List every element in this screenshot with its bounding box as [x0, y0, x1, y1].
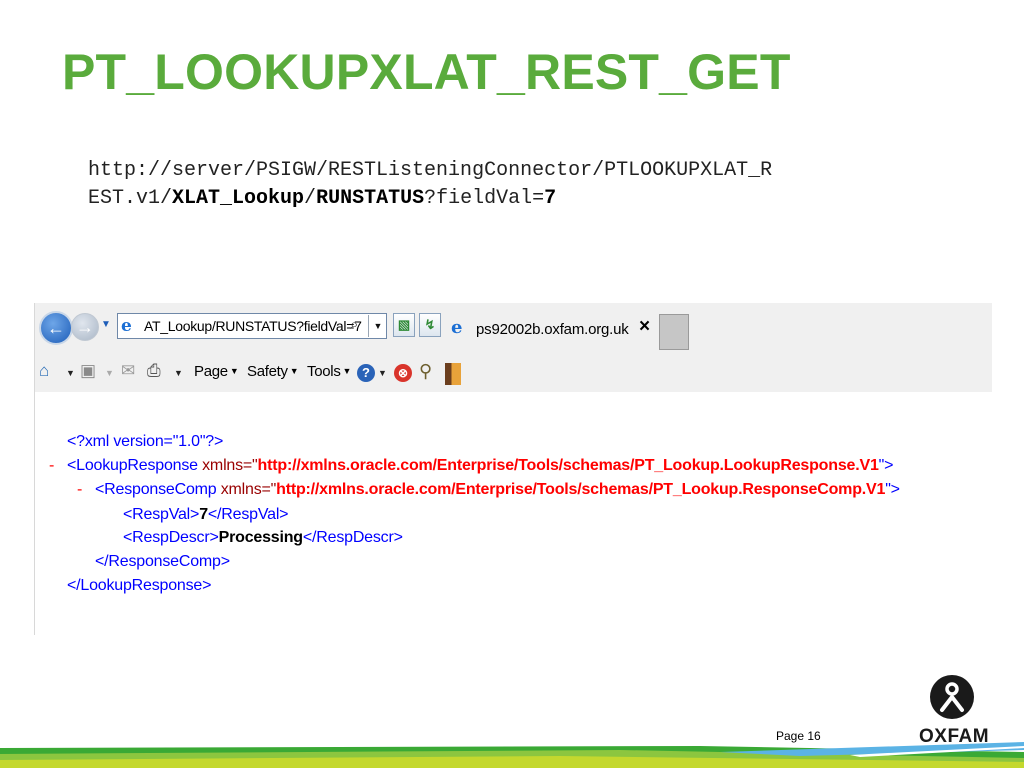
url-line-1: http://server/PSIGW/RESTListeningConnect… — [88, 159, 773, 182]
respdescr-close-tag: </RespDescr> — [302, 529, 403, 546]
search-icon[interactable]: ⌕ — [350, 316, 358, 333]
address-bar[interactable]: e AT_Lookup/RUNSTATUS?fieldVal=7 ⌕ ▼ — [117, 313, 387, 339]
new-tab-button[interactable] — [659, 314, 689, 350]
forward-arrow-icon: → — [76, 316, 94, 337]
stop-icon[interactable]: ⊗ — [394, 364, 412, 382]
research-icon[interactable]: ⚲ — [419, 361, 432, 382]
address-dropdown-icon[interactable]: ▼ — [368, 315, 387, 337]
tab-close-icon[interactable]: × — [639, 316, 650, 338]
comp-close-quote: "> — [885, 481, 900, 498]
respdescr-open-tag: <RespDescr> — [123, 529, 219, 546]
url-line-2: EST.v1/XLAT_Lookup/RUNSTATUS?fieldVal=7 — [88, 185, 988, 213]
page-menu-label: Page — [194, 363, 228, 380]
home-dropdown-icon[interactable]: ▼ — [66, 368, 75, 378]
lookup-response-open: <LookupResponse xmlns="http://xmlns.orac… — [67, 456, 893, 476]
help-icon[interactable]: ? — [357, 364, 375, 382]
oxfam-figure-icon — [940, 682, 964, 712]
feeds-icon[interactable]: ▣ — [80, 361, 96, 381]
resp-descr-line: <RespDescr>Processing</RespDescr> — [123, 528, 403, 548]
lookup-attr: xmlns=" — [197, 457, 258, 474]
response-comp-open: <ResponseComp xmlns="http://xmlns.oracle… — [95, 480, 900, 500]
footer-stripes — [0, 742, 1024, 768]
collapse-comp-toggle[interactable]: - — [77, 480, 82, 500]
tab-ie-icon: e — [451, 317, 463, 338]
forward-button[interactable]: → — [71, 313, 99, 341]
url-query: ?fieldVal= — [424, 187, 545, 210]
comp-namespace: http://xmlns.oracle.com/Enterprise/Tools… — [276, 481, 886, 498]
browser-tab[interactable]: ps92002b.oxfam.org.uk — [476, 321, 629, 338]
xml-declaration: <?xml version="1.0"?> — [67, 433, 224, 450]
page-menu[interactable]: Page ▼ — [194, 363, 239, 380]
command-bar: ⌂ ▼ ▣ ▼ ✉ ⎙ ▼ Page ▼ Safety ▼ Tools ▼ ? ▼ ⊗… — [35, 355, 992, 385]
refresh-icon: ↯ — [424, 317, 436, 332]
feeds-dropdown-icon[interactable]: ▼ — [105, 368, 114, 378]
compatibility-icon: ▧ — [397, 317, 411, 332]
tools-menu[interactable]: Tools ▼ — [307, 363, 351, 380]
mail-icon[interactable]: ✉ — [121, 361, 135, 381]
refresh-button[interactable]: ↯ — [419, 313, 441, 337]
print-dropdown-icon[interactable]: ▼ — [174, 368, 183, 378]
url-prefix: EST.v1/ — [88, 187, 173, 210]
page-menu-caret-icon: ▼ — [229, 366, 239, 376]
tools-menu-label: Tools — [307, 363, 341, 380]
comp-open-tag: <ResponseComp — [95, 481, 217, 498]
history-dropdown-icon[interactable]: ▼ — [101, 319, 111, 330]
respval-close-tag: </RespVal> — [207, 506, 289, 523]
oxfam-logo-icon — [930, 675, 974, 719]
url-resource: RUNSTATUS — [316, 187, 425, 210]
back-button[interactable]: ← — [39, 311, 73, 345]
oxfam-logo-text: OXFAM — [919, 726, 990, 747]
respval-value: 7 — [199, 506, 208, 523]
print-icon[interactable]: ⎙ — [147, 361, 161, 381]
safety-menu[interactable]: Safety ▼ — [247, 363, 299, 380]
browser-toolbar: ← → ▼ e AT_Lookup/RUNSTATUS?fieldVal=7 ⌕… — [35, 303, 992, 392]
lookup-response-close: </LookupResponse> — [67, 577, 212, 594]
response-comp-close: </ResponseComp> — [95, 553, 230, 570]
safety-menu-caret-icon: ▼ — [289, 366, 299, 376]
browser-screenshot: ← → ▼ e AT_Lookup/RUNSTATUS?fieldVal=7 ⌕… — [34, 303, 992, 635]
lookup-namespace: http://xmlns.oracle.com/Enterprise/Tools… — [257, 457, 879, 474]
respdescr-value: Processing — [218, 529, 303, 546]
tools-menu-caret-icon: ▼ — [342, 366, 352, 376]
url-separator: / — [304, 187, 317, 210]
compatibility-view-button[interactable]: ▧ — [393, 313, 415, 337]
home-icon[interactable]: ⌂ — [39, 361, 49, 381]
slide-title: PT_LOOKUPXLAT_REST_GET — [62, 44, 791, 100]
collapse-lookup-toggle[interactable]: - — [49, 456, 54, 476]
safety-menu-label: Safety — [247, 363, 288, 380]
resp-val-line: <RespVal>7</RespVal> — [123, 505, 289, 525]
lookup-close-quote: "> — [878, 457, 894, 474]
rest-url: http://server/PSIGW/RESTListeningConnect… — [88, 157, 988, 213]
extension-icon[interactable] — [445, 363, 461, 385]
address-input[interactable]: AT_Lookup/RUNSTATUS?fieldVal=7 — [144, 318, 362, 334]
help-dropdown-icon[interactable]: ▼ — [378, 368, 387, 378]
back-arrow-icon: ← — [47, 317, 65, 338]
url-service: XLAT_Lookup — [172, 187, 305, 210]
respval-open-tag: <RespVal> — [123, 506, 200, 523]
page-number: Page 16 — [776, 729, 821, 743]
url-value: 7 — [544, 187, 557, 210]
lookup-open-tag: <LookupResponse — [67, 457, 198, 474]
comp-attr: xmlns=" — [216, 481, 277, 498]
ie-page-icon: e — [121, 316, 132, 336]
